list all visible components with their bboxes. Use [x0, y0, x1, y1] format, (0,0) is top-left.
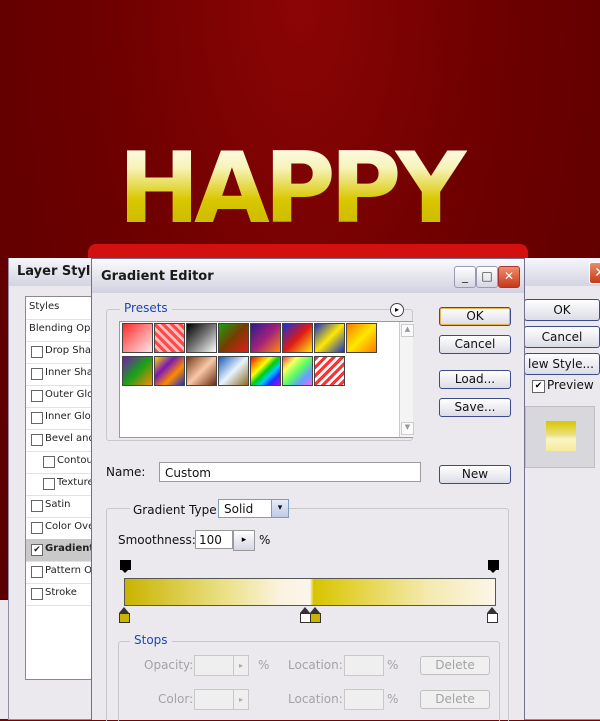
style-preview-box	[525, 406, 595, 468]
color-label: Color:	[158, 692, 194, 706]
style-checkbox[interactable]	[31, 390, 43, 402]
styles-item-label: Satin	[45, 499, 71, 510]
style-checkbox[interactable]	[31, 434, 43, 446]
smoothness-stepper-icon[interactable]: ▸	[233, 530, 255, 551]
style-checkbox[interactable]	[31, 346, 43, 358]
layer-style-close-icon[interactable]: ✕	[589, 262, 600, 284]
opacity-label: Opacity:	[144, 658, 194, 672]
preview-label: Preview	[547, 378, 594, 392]
color-swatch[interactable]	[194, 689, 234, 710]
preset-swatch[interactable]	[282, 356, 313, 386]
stops-group	[118, 641, 500, 721]
style-checkbox[interactable]	[43, 478, 55, 490]
style-preview-swatch	[546, 421, 576, 451]
preset-swatch[interactable]	[218, 323, 249, 353]
preset-swatch[interactable]	[314, 323, 345, 353]
opacity-location-label: Location:	[288, 658, 343, 672]
scroll-down-icon[interactable]: ▼	[401, 422, 414, 435]
color-stop-right[interactable]	[487, 607, 498, 623]
preset-swatch[interactable]	[154, 323, 185, 353]
preset-swatch[interactable]	[186, 356, 217, 386]
preset-swatch[interactable]	[186, 323, 217, 353]
style-checkbox[interactable]	[31, 412, 43, 424]
gradient-type-value: Solid	[224, 502, 254, 516]
scroll-up-icon[interactable]: ▲	[401, 324, 414, 337]
load-button[interactable]: Load...	[439, 370, 511, 389]
preset-swatch[interactable]	[218, 356, 249, 386]
smoothness-unit: %	[259, 533, 271, 547]
preset-swatch[interactable]	[282, 323, 313, 353]
style-checkbox[interactable]	[31, 368, 43, 380]
layer-style-cancel-button[interactable]: Cancel	[524, 326, 600, 348]
new-button[interactable]: New	[439, 465, 511, 484]
styles-item-label: Stroke	[45, 587, 77, 598]
presets-area: ▲ ▼	[119, 321, 414, 438]
chevron-down-icon[interactable]: ▾	[271, 500, 288, 517]
stops-label: Stops	[130, 633, 172, 647]
gradient-editor-dialog: Gradient Editor _ □ ✕ Presets ▸ ▲ ▼ OK C…	[91, 258, 525, 721]
preset-swatch[interactable]	[250, 323, 281, 353]
styles-item-label: Drop Shad	[45, 345, 98, 356]
style-checkbox[interactable]	[31, 500, 43, 512]
save-button[interactable]: Save...	[439, 398, 511, 417]
opacity-stop-right[interactable]	[488, 560, 499, 574]
styles-item-label: Pattern Ov	[45, 565, 98, 576]
preview-checkbox[interactable]: ✔	[532, 380, 545, 393]
color-delete-button[interactable]: Delete	[420, 690, 490, 709]
gradient-type-select[interactable]: Solid ▾	[218, 499, 289, 518]
preset-swatch[interactable]	[154, 356, 185, 386]
opacity-stepper-icon[interactable]: ▸	[233, 655, 249, 676]
artwork-text: HAPPY	[118, 137, 508, 241]
ok-button[interactable]: OK	[439, 307, 511, 326]
opacity-input[interactable]	[194, 655, 234, 676]
smoothness-input[interactable]: 100	[195, 530, 233, 549]
style-checkbox[interactable]: ✔	[31, 544, 43, 556]
color-location-input[interactable]	[344, 689, 384, 710]
styles-header-label: Styles	[29, 301, 60, 312]
styles-item-label: Texture	[57, 477, 94, 488]
opacity-delete-button[interactable]: Delete	[420, 656, 490, 675]
gradient-type-label: Gradient Type:	[130, 503, 224, 517]
preset-swatch[interactable]	[314, 356, 345, 386]
opacity-location-input[interactable]	[344, 655, 384, 676]
name-input[interactable]: Custom	[159, 462, 421, 482]
preset-swatch[interactable]	[122, 356, 153, 386]
layer-style-title: Layer Style	[17, 264, 100, 279]
preset-swatch[interactable]	[122, 323, 153, 353]
color-stop-mid-yellow[interactable]	[310, 607, 321, 623]
color-picker-icon[interactable]: ▸	[233, 689, 249, 710]
color-location-label: Location:	[288, 692, 343, 706]
cancel-button[interactable]: Cancel	[439, 335, 511, 354]
gradient-bar[interactable]	[124, 578, 496, 606]
gradient-editor-title: Gradient Editor	[101, 269, 214, 284]
preset-swatch[interactable]	[250, 356, 281, 386]
style-checkbox[interactable]	[43, 456, 55, 468]
close-icon[interactable]: ✕	[498, 266, 520, 288]
opacity-unit: %	[258, 658, 270, 672]
name-label: Name:	[106, 465, 146, 479]
style-checkbox[interactable]	[31, 588, 43, 600]
opacity-stop-left[interactable]	[120, 560, 131, 574]
maximize-icon[interactable]: □	[476, 266, 498, 288]
color-stop-left[interactable]	[119, 607, 130, 623]
preset-swatch[interactable]	[346, 323, 377, 353]
style-checkbox[interactable]	[31, 522, 43, 534]
layer-style-ok-button[interactable]: OK	[524, 299, 600, 321]
presets-label: Presets	[120, 301, 172, 315]
smoothness-label: Smoothness:	[118, 533, 196, 547]
new-style-button[interactable]: lew Style...	[524, 353, 600, 375]
opacity-location-unit: %	[387, 658, 399, 672]
presets-menu-icon[interactable]: ▸	[390, 303, 404, 317]
presets-scrollbar[interactable]: ▲ ▼	[399, 322, 414, 437]
minimize-icon[interactable]: _	[454, 266, 476, 288]
style-checkbox[interactable]	[31, 566, 43, 578]
color-location-unit: %	[387, 692, 399, 706]
